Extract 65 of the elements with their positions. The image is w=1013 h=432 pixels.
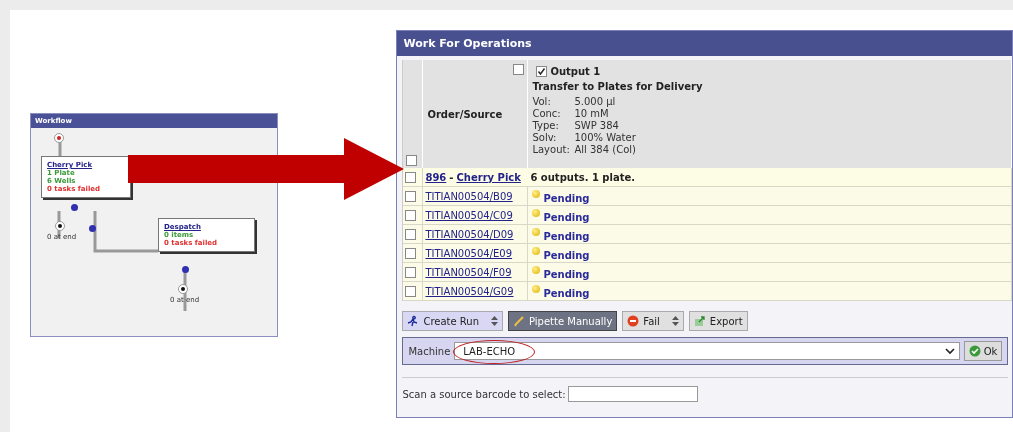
check-icon <box>968 345 981 357</box>
output-subtitle: Transfer to Plates for Delivery <box>532 81 704 92</box>
export-icon <box>693 315 706 327</box>
order-link[interactable]: 896 <box>425 171 447 183</box>
pipette-icon <box>513 315 525 327</box>
toolbar-button[interactable]: Create Run <box>402 311 503 331</box>
property-value: SWP 384 <box>574 120 619 132</box>
status-text: Pending <box>543 249 590 261</box>
property-label: Conc: <box>532 108 562 120</box>
count-badge-icon <box>89 225 96 232</box>
status-dot-icon <box>532 246 541 255</box>
toolbar-button[interactable]: Export <box>688 311 748 331</box>
status-text: Pending <box>543 192 590 204</box>
count-badge-icon <box>182 266 189 273</box>
connector-line <box>93 211 158 253</box>
start-point-icon <box>54 133 64 143</box>
checkbox[interactable] <box>405 266 417 278</box>
toolbar-button[interactable]: Pipette Manually <box>508 311 618 331</box>
status-text: Pending <box>543 230 590 242</box>
checkbox[interactable] <box>513 64 525 75</box>
scan-label: Scan a source barcode to select: <box>402 388 566 400</box>
checkbox[interactable] <box>406 155 418 166</box>
operation-link[interactable]: Cherry Pick <box>456 171 521 183</box>
separator: - <box>449 171 454 183</box>
checkbox[interactable] <box>405 209 417 221</box>
property-value: 100% Water <box>574 132 636 144</box>
property-label: Type: <box>532 120 560 132</box>
checkbox[interactable] <box>405 190 417 202</box>
barcode-input[interactable] <box>567 386 698 402</box>
property-value: 10 mM <box>574 108 609 120</box>
sort-arrows-icon <box>491 316 498 326</box>
output-title: Output 1 <box>550 66 601 77</box>
checkbox[interactable] <box>405 247 417 259</box>
panel-title: Work For Operations <box>397 31 1012 56</box>
status-text: Pending <box>543 268 590 280</box>
checkbox[interactable] <box>405 285 417 297</box>
sort-arrows-icon <box>671 316 679 326</box>
status-text: Pending <box>543 287 590 299</box>
checkbox[interactable] <box>405 171 417 183</box>
chevron-down-icon <box>944 347 955 355</box>
machine-label: Machine <box>408 345 451 357</box>
end-point-icon <box>178 284 188 294</box>
property-value: 5.000 µl <box>574 96 616 108</box>
property-value: All 384 (Col) <box>574 144 636 156</box>
status-dot-icon <box>532 208 541 217</box>
property-label: Vol: <box>532 96 552 108</box>
status-dot-icon <box>532 189 541 198</box>
ok-button[interactable]: Ok <box>963 341 1003 361</box>
end-point-icon <box>55 221 65 231</box>
machine-select[interactable]: LAB-ECHO <box>454 342 960 360</box>
stop-icon <box>627 315 640 327</box>
column-title: Order/Source <box>427 108 504 120</box>
checkbox[interactable] <box>536 66 548 77</box>
group-summary: 6 outputs. 1 plate. <box>530 171 636 183</box>
property-label: Solv: <box>532 132 558 144</box>
connector-line <box>183 271 187 311</box>
toolbar-button[interactable]: Fail <box>622 311 684 331</box>
property-label: Layout: <box>532 144 571 156</box>
status-dot-icon <box>532 265 541 274</box>
status-dot-icon <box>532 227 541 236</box>
checkbox[interactable] <box>405 228 417 240</box>
running-figure-icon <box>407 315 420 327</box>
count-badge-icon <box>71 204 78 211</box>
status-text: Pending <box>543 211 590 223</box>
status-dot-icon <box>532 284 541 293</box>
